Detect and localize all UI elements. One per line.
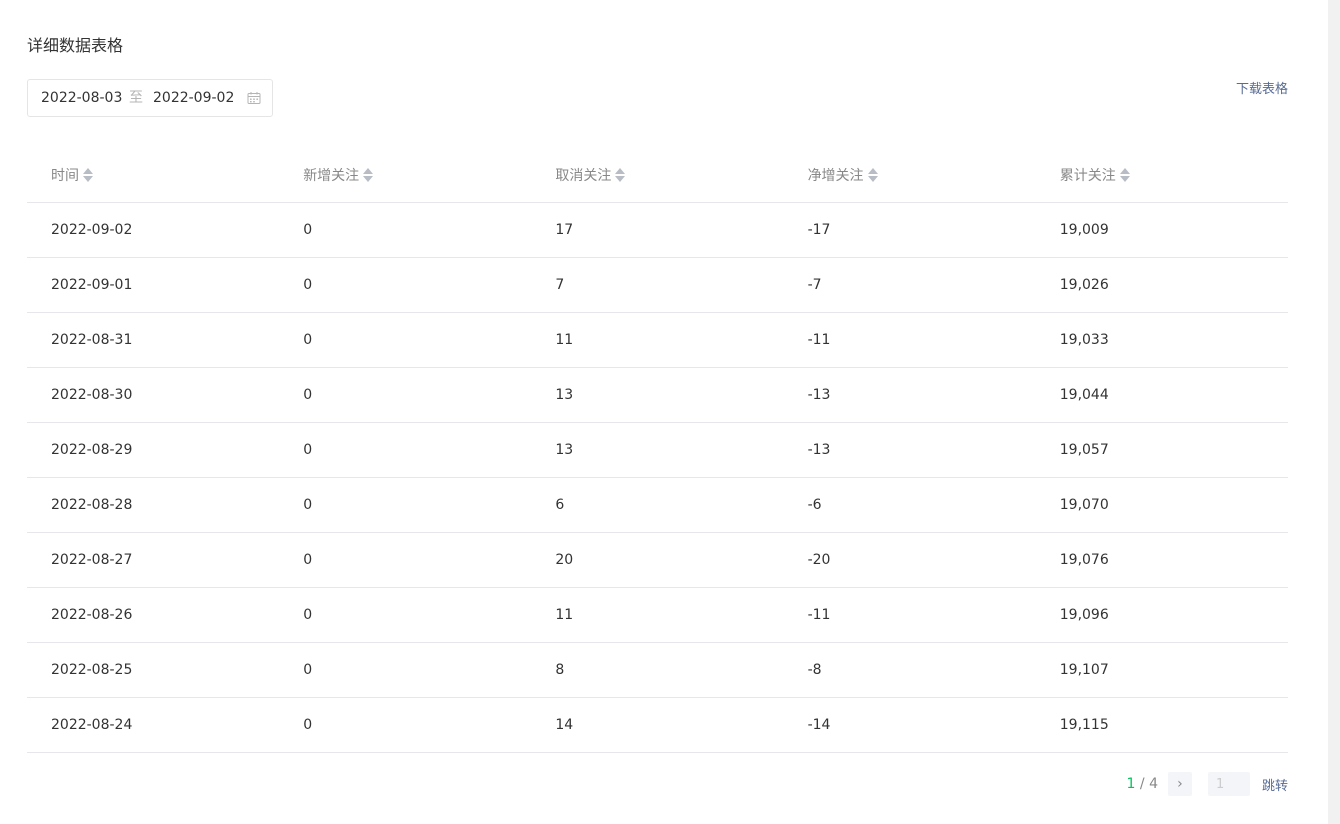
table-cell: 6: [531, 477, 784, 533]
table-cell: 19,076: [1035, 532, 1288, 588]
column-header-net-follow[interactable]: 净增关注: [783, 148, 1036, 203]
table-row: 2022-08-29 0 13 -13 19,057: [27, 422, 1288, 478]
table-cell: -11: [783, 312, 1036, 368]
table-cell: 19,044: [1035, 367, 1288, 423]
column-label: 累计关注: [1059, 167, 1116, 184]
table-cell: -20: [783, 532, 1036, 588]
table-cell: -6: [783, 477, 1036, 533]
table-cell: -17: [783, 202, 1036, 258]
page-indicator: 1 / 4: [1127, 776, 1158, 792]
table-cell: 7: [531, 257, 784, 313]
table-cell: 2022-08-28: [27, 477, 280, 533]
table-cell: 2022-08-27: [27, 532, 280, 588]
table-cell: 2022-09-01: [27, 257, 280, 313]
date-end[interactable]: 2022-09-02: [153, 89, 234, 107]
table-cell: 0: [279, 202, 532, 258]
column-header-new-follow[interactable]: 新增关注: [279, 148, 532, 203]
table-cell: 0: [279, 312, 532, 368]
table-row: 2022-08-27 0 20 -20 19,076: [27, 532, 1288, 588]
column-label: 净增关注: [807, 167, 864, 184]
download-table-link[interactable]: 下载表格: [1236, 81, 1288, 99]
table-cell: 19,115: [1035, 697, 1288, 753]
table-cell: 0: [279, 477, 532, 533]
table-row: 2022-08-26 0 11 -11 19,096: [27, 587, 1288, 643]
table-cell: -13: [783, 367, 1036, 423]
table-cell: -7: [783, 257, 1036, 313]
table-row: 2022-08-30 0 13 -13 19,044: [27, 367, 1288, 423]
table-row: 2022-08-31 0 11 -11 19,033: [27, 312, 1288, 368]
table-cell: 2022-08-25: [27, 642, 280, 698]
table-cell: 2022-09-02: [27, 202, 280, 258]
table-cell: 19,009: [1035, 202, 1288, 258]
sort-icon[interactable]: [83, 167, 93, 183]
table-cell: 19,057: [1035, 422, 1288, 478]
date-range-picker[interactable]: 2022-08-03 至 2022-09-02: [27, 79, 273, 117]
table-row: 2022-08-28 0 6 -6 19,070: [27, 477, 1288, 533]
table-cell: 20: [531, 532, 784, 588]
table-cell: 0: [279, 642, 532, 698]
table-row: 2022-08-24 0 14 -14 19,115: [27, 697, 1288, 753]
table-cell: 14: [531, 697, 784, 753]
table-cell: 19,107: [1035, 642, 1288, 698]
table-cell: 2022-08-26: [27, 587, 280, 643]
pagination: 1 / 4 › 跳转: [1127, 772, 1288, 796]
table-cell: 11: [531, 587, 784, 643]
table-cell: 19,096: [1035, 587, 1288, 643]
page: 详细数据表格 2022-08-03 至 2022-09-02 下载表格 时间 新…: [0, 0, 1340, 824]
column-header-unfollow[interactable]: 取消关注: [531, 148, 784, 203]
table-cell: 2022-08-29: [27, 422, 280, 478]
table-cell: -11: [783, 587, 1036, 643]
page-separator: /: [1135, 776, 1150, 792]
table-row: 2022-09-01 0 7 -7 19,026: [27, 257, 1288, 313]
date-separator: 至: [129, 90, 143, 106]
calendar-icon[interactable]: [247, 91, 261, 105]
table-cell: 2022-08-24: [27, 697, 280, 753]
sort-icon[interactable]: [1119, 167, 1130, 183]
table-cell: -13: [783, 422, 1036, 478]
table-cell: 2022-08-30: [27, 367, 280, 423]
column-label: 新增关注: [303, 167, 360, 184]
table-header-row: 时间 新增关注 取消关注 净增关注 累计关注: [27, 148, 1288, 203]
total-pages: 4: [1149, 776, 1158, 792]
table-cell: 0: [279, 532, 532, 588]
table-cell: 0: [279, 697, 532, 753]
table-cell: 0: [279, 587, 532, 643]
table-cell: 2022-08-31: [27, 312, 280, 368]
table-cell: -8: [783, 642, 1036, 698]
table-cell: 0: [279, 367, 532, 423]
table-cell: 17: [531, 202, 784, 258]
section-title: 详细数据表格: [27, 36, 124, 55]
sort-icon[interactable]: [363, 167, 374, 183]
column-header-time[interactable]: 时间: [27, 148, 280, 203]
chevron-right-icon: ›: [1177, 776, 1183, 792]
data-table: 时间 新增关注 取消关注 净增关注 累计关注 2022-09-02 0 17 -…: [27, 148, 1288, 753]
sort-icon[interactable]: [615, 167, 626, 183]
table-cell: 11: [531, 312, 784, 368]
table-row: 2022-09-02 0 17 -17 19,009: [27, 202, 1288, 258]
table-cell: 0: [279, 422, 532, 478]
jump-button[interactable]: 跳转: [1262, 775, 1288, 794]
scrollbar-track[interactable]: [1328, 0, 1340, 824]
column-label: 时间: [51, 167, 79, 184]
next-page-button[interactable]: ›: [1167, 772, 1192, 796]
table-cell: -14: [783, 697, 1036, 753]
table-cell: 8: [531, 642, 784, 698]
table-cell: 0: [279, 257, 532, 313]
date-start[interactable]: 2022-08-03: [41, 89, 122, 107]
table-cell: 19,033: [1035, 312, 1288, 368]
table-cell: 13: [531, 367, 784, 423]
page-jump-input[interactable]: [1207, 772, 1250, 796]
column-header-total-follow[interactable]: 累计关注: [1035, 148, 1288, 203]
column-label: 取消关注: [555, 167, 612, 184]
table-row: 2022-08-25 0 8 -8 19,107: [27, 642, 1288, 698]
table-cell: 19,070: [1035, 477, 1288, 533]
table-cell: 13: [531, 422, 784, 478]
table-body: 2022-09-02 0 17 -17 19,009 2022-09-01 0 …: [27, 202, 1288, 753]
table-cell: 19,026: [1035, 257, 1288, 313]
sort-icon[interactable]: [867, 167, 878, 183]
